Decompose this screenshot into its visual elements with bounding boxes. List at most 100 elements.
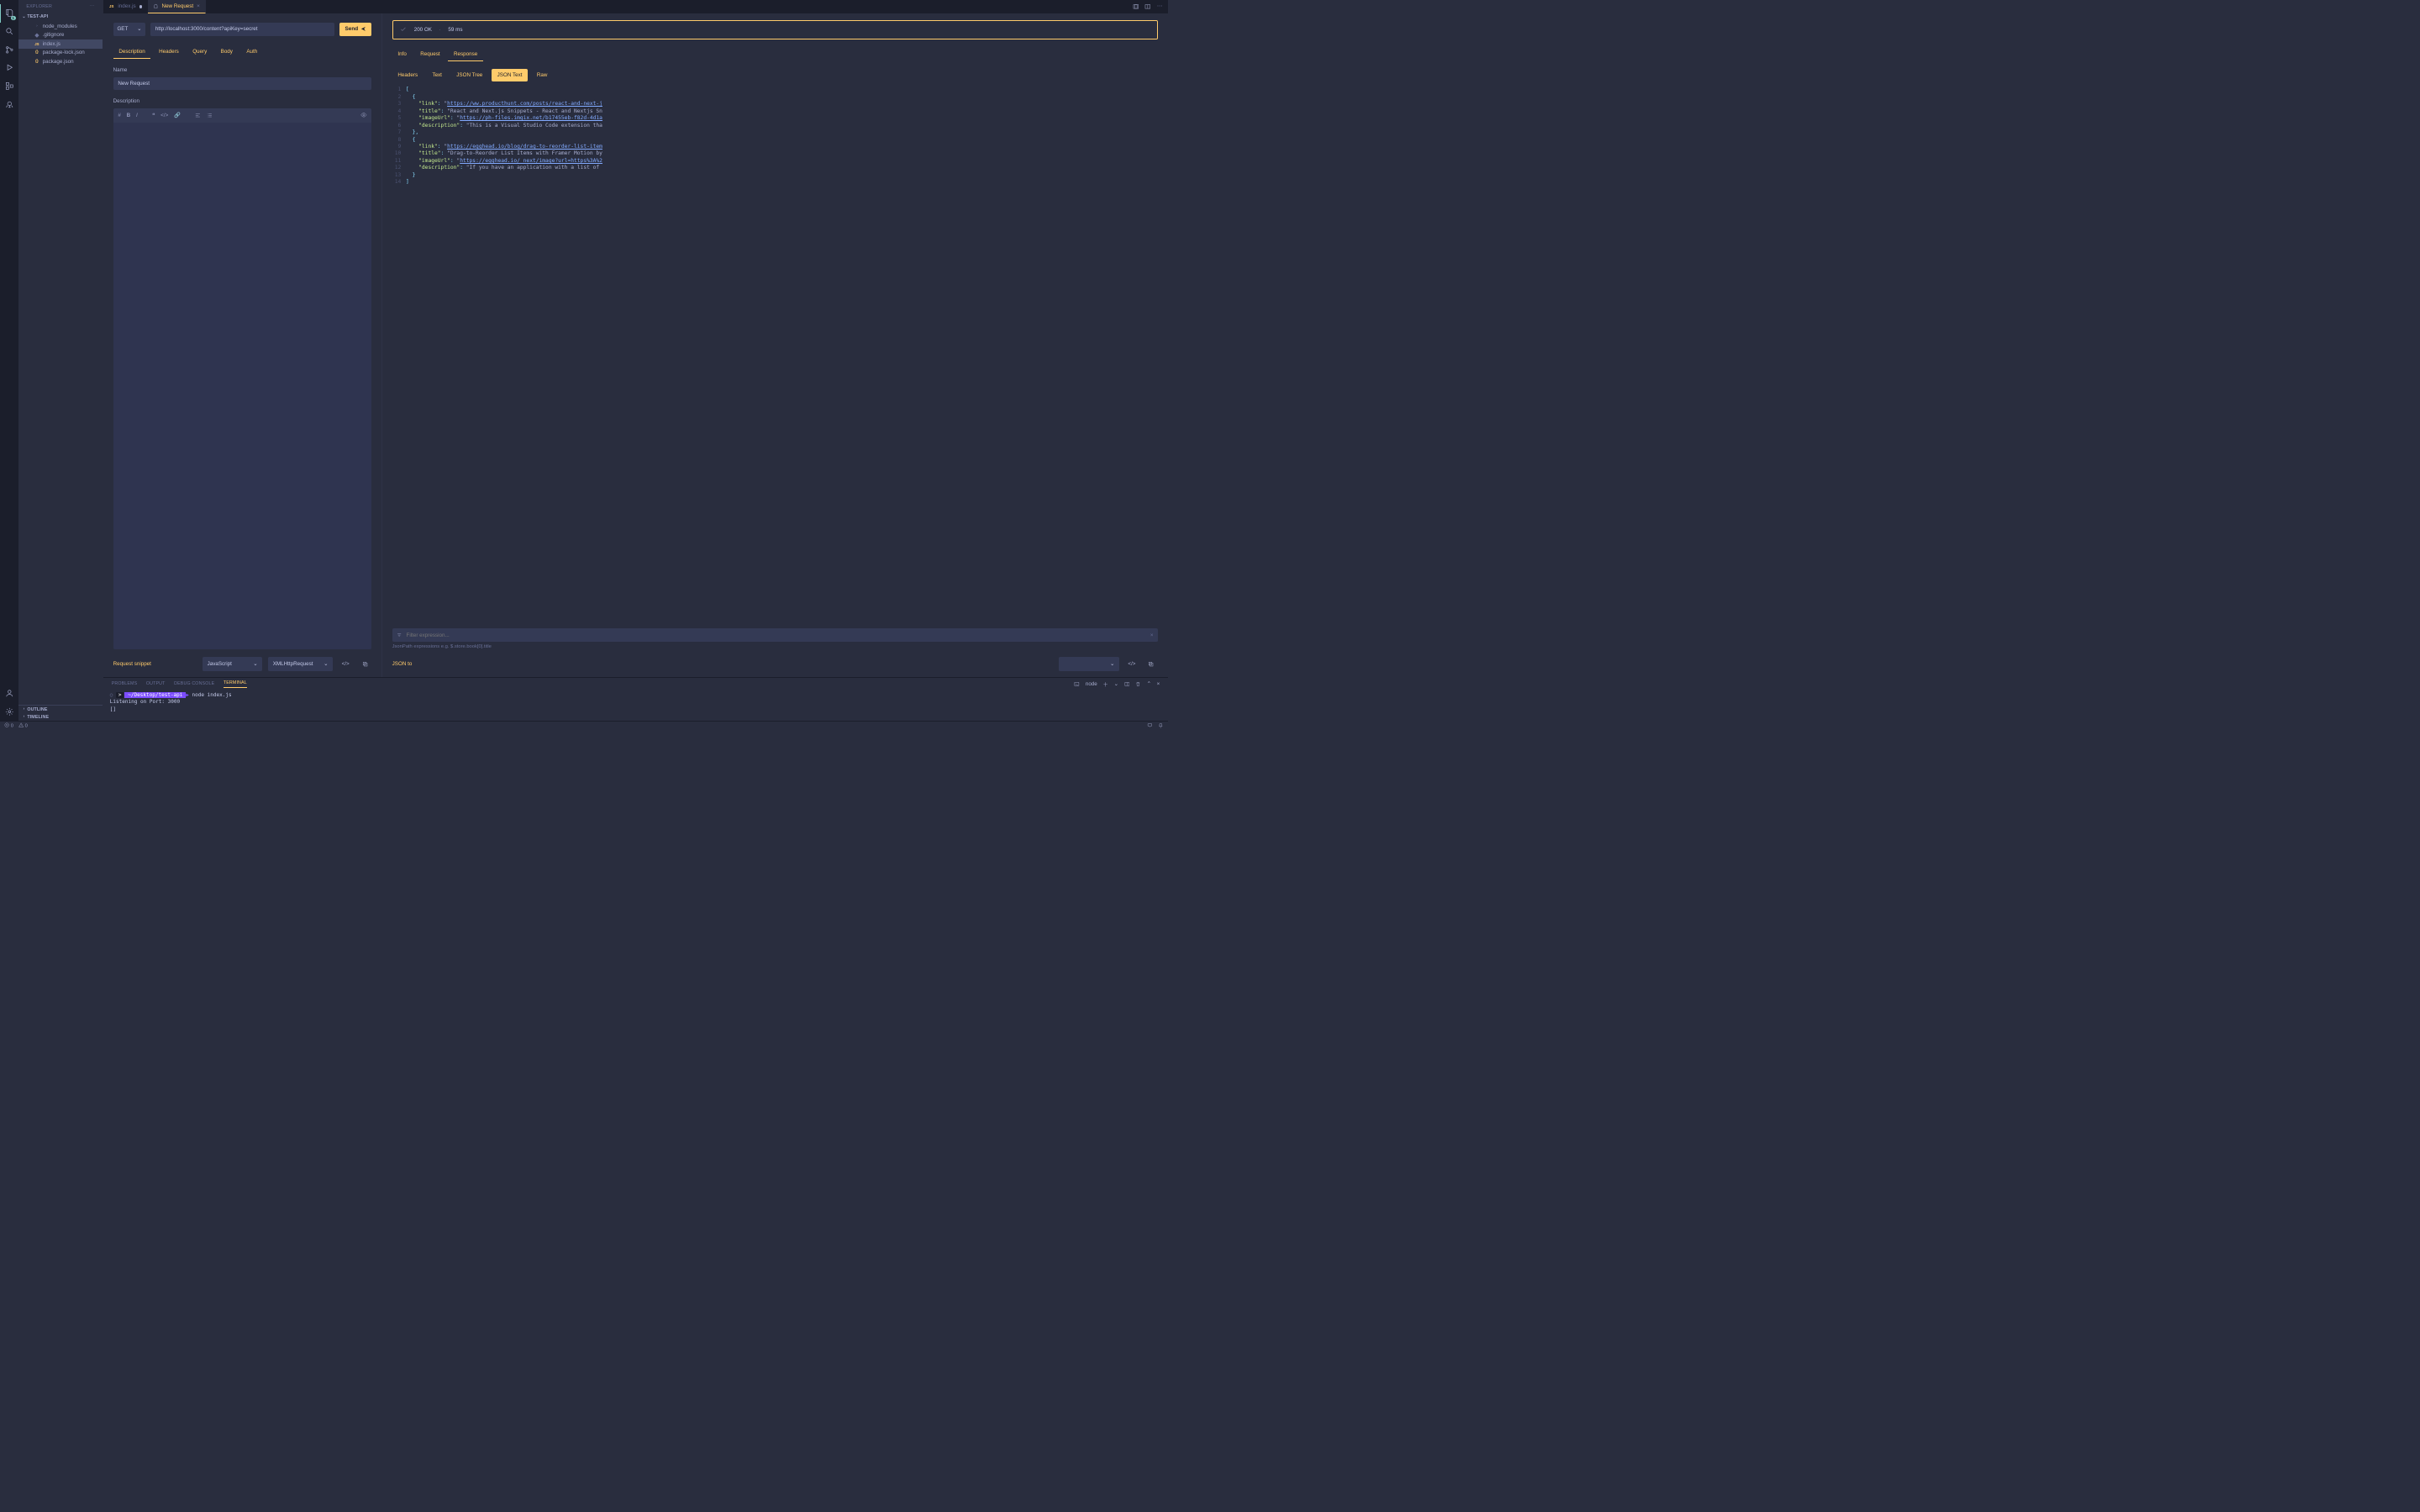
tree-gitignore[interactable]: ◆ .gitignore <box>18 30 103 39</box>
send-button[interactable]: Send <box>339 23 372 36</box>
tree-package-json[interactable]: {} package.json <box>18 57 103 66</box>
explorer-sidebar: EXPLORER ⋯ ⌄ TEST-API › node_modules ◆ .… <box>18 0 103 721</box>
status-bell-icon[interactable] <box>1158 722 1164 728</box>
terminal-split-icon[interactable] <box>1124 681 1130 687</box>
code-icon[interactable]: </> <box>160 113 168 118</box>
chevron-right-icon: › <box>34 23 40 29</box>
chevron-down-icon: ⌄ <box>253 661 257 667</box>
url-input[interactable] <box>150 23 334 36</box>
activity-httpclient-icon[interactable] <box>0 95 18 113</box>
snippet-label: Request snippet <box>113 661 151 667</box>
quote-icon[interactable]: ❝ <box>152 113 155 118</box>
outline-header[interactable]: › OUTLINE <box>18 706 103 713</box>
timeline-header[interactable]: › TIMELINE <box>18 713 103 721</box>
split-editor-icon[interactable] <box>1144 3 1151 10</box>
status-errors[interactable]: 0 <box>4 722 13 728</box>
jsonto-select[interactable]: ⌄ <box>1059 657 1119 670</box>
status-feedback-icon[interactable] <box>1147 722 1153 728</box>
terminal-output-1: Listening on Port: 3000 <box>110 699 1161 706</box>
snippet-copy-icon[interactable] <box>358 657 371 670</box>
jsonto-code-icon[interactable]: </> <box>1125 657 1139 670</box>
explorer-more-icon[interactable]: ⋯ <box>90 4 95 9</box>
jsonto-copy-icon[interactable] <box>1144 657 1158 670</box>
terminal-panel: PROBLEMS OUTPUT DEBUG CONSOLE TERMINAL n… <box>103 677 1168 721</box>
resp-tab-request[interactable]: Request <box>414 48 445 61</box>
panel-tab-debugconsole[interactable]: DEBUG CONSOLE <box>174 681 214 686</box>
activity-settings-icon[interactable] <box>0 702 18 721</box>
link-icon[interactable]: 🔗 <box>174 112 181 118</box>
explorer-title: EXPLORER <box>26 4 52 9</box>
json-icon: {} <box>34 59 40 66</box>
snippet-lib-select[interactable]: XMLHttpRequest ⌄ <box>268 657 333 670</box>
snippet-code-icon[interactable]: </> <box>339 657 352 670</box>
terminal-dropdown-icon[interactable]: ⌄ <box>1114 681 1118 687</box>
terminal-path: ~/Desktop/test-api <box>124 692 186 698</box>
panel-tab-output[interactable]: OUTPUT <box>146 681 166 686</box>
separator: · <box>439 27 441 33</box>
snippet-lang-select[interactable]: JavaScript ⌄ <box>203 657 262 670</box>
activity-debug-icon[interactable] <box>0 59 18 77</box>
terminal-kernel-icon[interactable] <box>1074 681 1080 687</box>
check-icon <box>400 26 407 33</box>
tree-label: package-lock.json <box>43 50 85 55</box>
heading-icon[interactable]: # <box>118 113 121 118</box>
method-select[interactable]: GET ⌄ <box>113 23 146 36</box>
gitignore-icon: ◆ <box>34 32 40 39</box>
status-time: 59 ms <box>448 27 462 33</box>
terminal-close-icon[interactable]: × <box>1157 681 1160 687</box>
panel-tab-terminal[interactable]: TERMINAL <box>224 680 247 688</box>
subtab-description[interactable]: Description <box>113 46 151 60</box>
align-left-icon[interactable] <box>195 113 201 118</box>
terminal-trash-icon[interactable] <box>1135 681 1141 687</box>
fmt-jsontext[interactable]: JSON Text <box>492 69 528 81</box>
chevron-down-icon: ⌄ <box>324 661 328 667</box>
explorer-root-header[interactable]: ⌄ TEST-API <box>18 13 103 21</box>
status-warnings[interactable]: 0 <box>18 722 28 728</box>
tab-new-request[interactable]: New Request × <box>148 0 206 13</box>
tree-node-modules[interactable]: › node_modules <box>18 22 103 31</box>
italic-icon[interactable]: I <box>136 113 138 118</box>
activity-scm-icon[interactable] <box>0 40 18 59</box>
subtab-body[interactable]: Body <box>215 46 239 60</box>
bold-icon[interactable]: B <box>127 113 131 118</box>
layout-center-icon[interactable] <box>1133 3 1139 10</box>
fmt-headers[interactable]: Headers <box>392 69 424 81</box>
activity-account-icon[interactable] <box>0 685 18 703</box>
tree-label: .gitignore <box>43 32 65 38</box>
chevron-down-icon: ⌄ <box>1110 661 1114 667</box>
resp-tab-response[interactable]: Response <box>448 48 483 61</box>
terminal-body[interactable]: ○ >~/Desktop/test-api▶ node index.js Lis… <box>103 690 1168 721</box>
description-editor[interactable] <box>113 123 372 649</box>
preview-icon[interactable] <box>360 112 367 118</box>
activity-explorer-icon[interactable]: 1 <box>0 4 18 23</box>
name-label: Name <box>113 67 372 73</box>
tree-index-js[interactable]: JS index.js <box>18 39 103 49</box>
subtab-auth[interactable]: Auth <box>241 46 263 60</box>
fmt-text[interactable]: Text <box>427 69 448 81</box>
activity-extensions-icon[interactable] <box>0 77 18 96</box>
panel-tab-problems[interactable]: PROBLEMS <box>112 681 138 686</box>
name-input[interactable] <box>113 77 372 90</box>
filter-row: × <box>392 628 1159 642</box>
terminal-add-icon[interactable]: ＋ <box>1103 680 1108 688</box>
activity-search-icon[interactable] <box>0 23 18 41</box>
js-icon: JS <box>108 3 115 10</box>
tree-package-lock[interactable]: {} package-lock.json <box>18 49 103 58</box>
timeline-label: TIMELINE <box>27 715 49 720</box>
tab-index-js[interactable]: JS index.js <box>103 0 148 13</box>
terminal-chevron-up-icon[interactable]: ⌃ <box>1147 681 1151 687</box>
json-viewer[interactable]: 1[2 {3 "link": "https://ww.producthunt.c… <box>392 87 1159 625</box>
close-icon[interactable]: × <box>197 3 200 9</box>
list-icon[interactable] <box>207 113 213 118</box>
chevron-down-icon: ⌄ <box>137 26 141 32</box>
editor-more-icon[interactable]: ⋯ <box>1157 3 1162 9</box>
fmt-raw[interactable]: Raw <box>531 69 553 81</box>
subtab-query[interactable]: Query <box>187 46 213 60</box>
fmt-jsontree[interactable]: JSON Tree <box>451 69 489 81</box>
filter-input[interactable] <box>407 633 1147 638</box>
method-value: GET <box>117 26 128 32</box>
ghost-icon <box>153 3 159 9</box>
resp-tab-info[interactable]: Info <box>392 48 413 61</box>
subtab-headers[interactable]: Headers <box>153 46 184 60</box>
clear-icon[interactable]: × <box>1150 633 1154 638</box>
